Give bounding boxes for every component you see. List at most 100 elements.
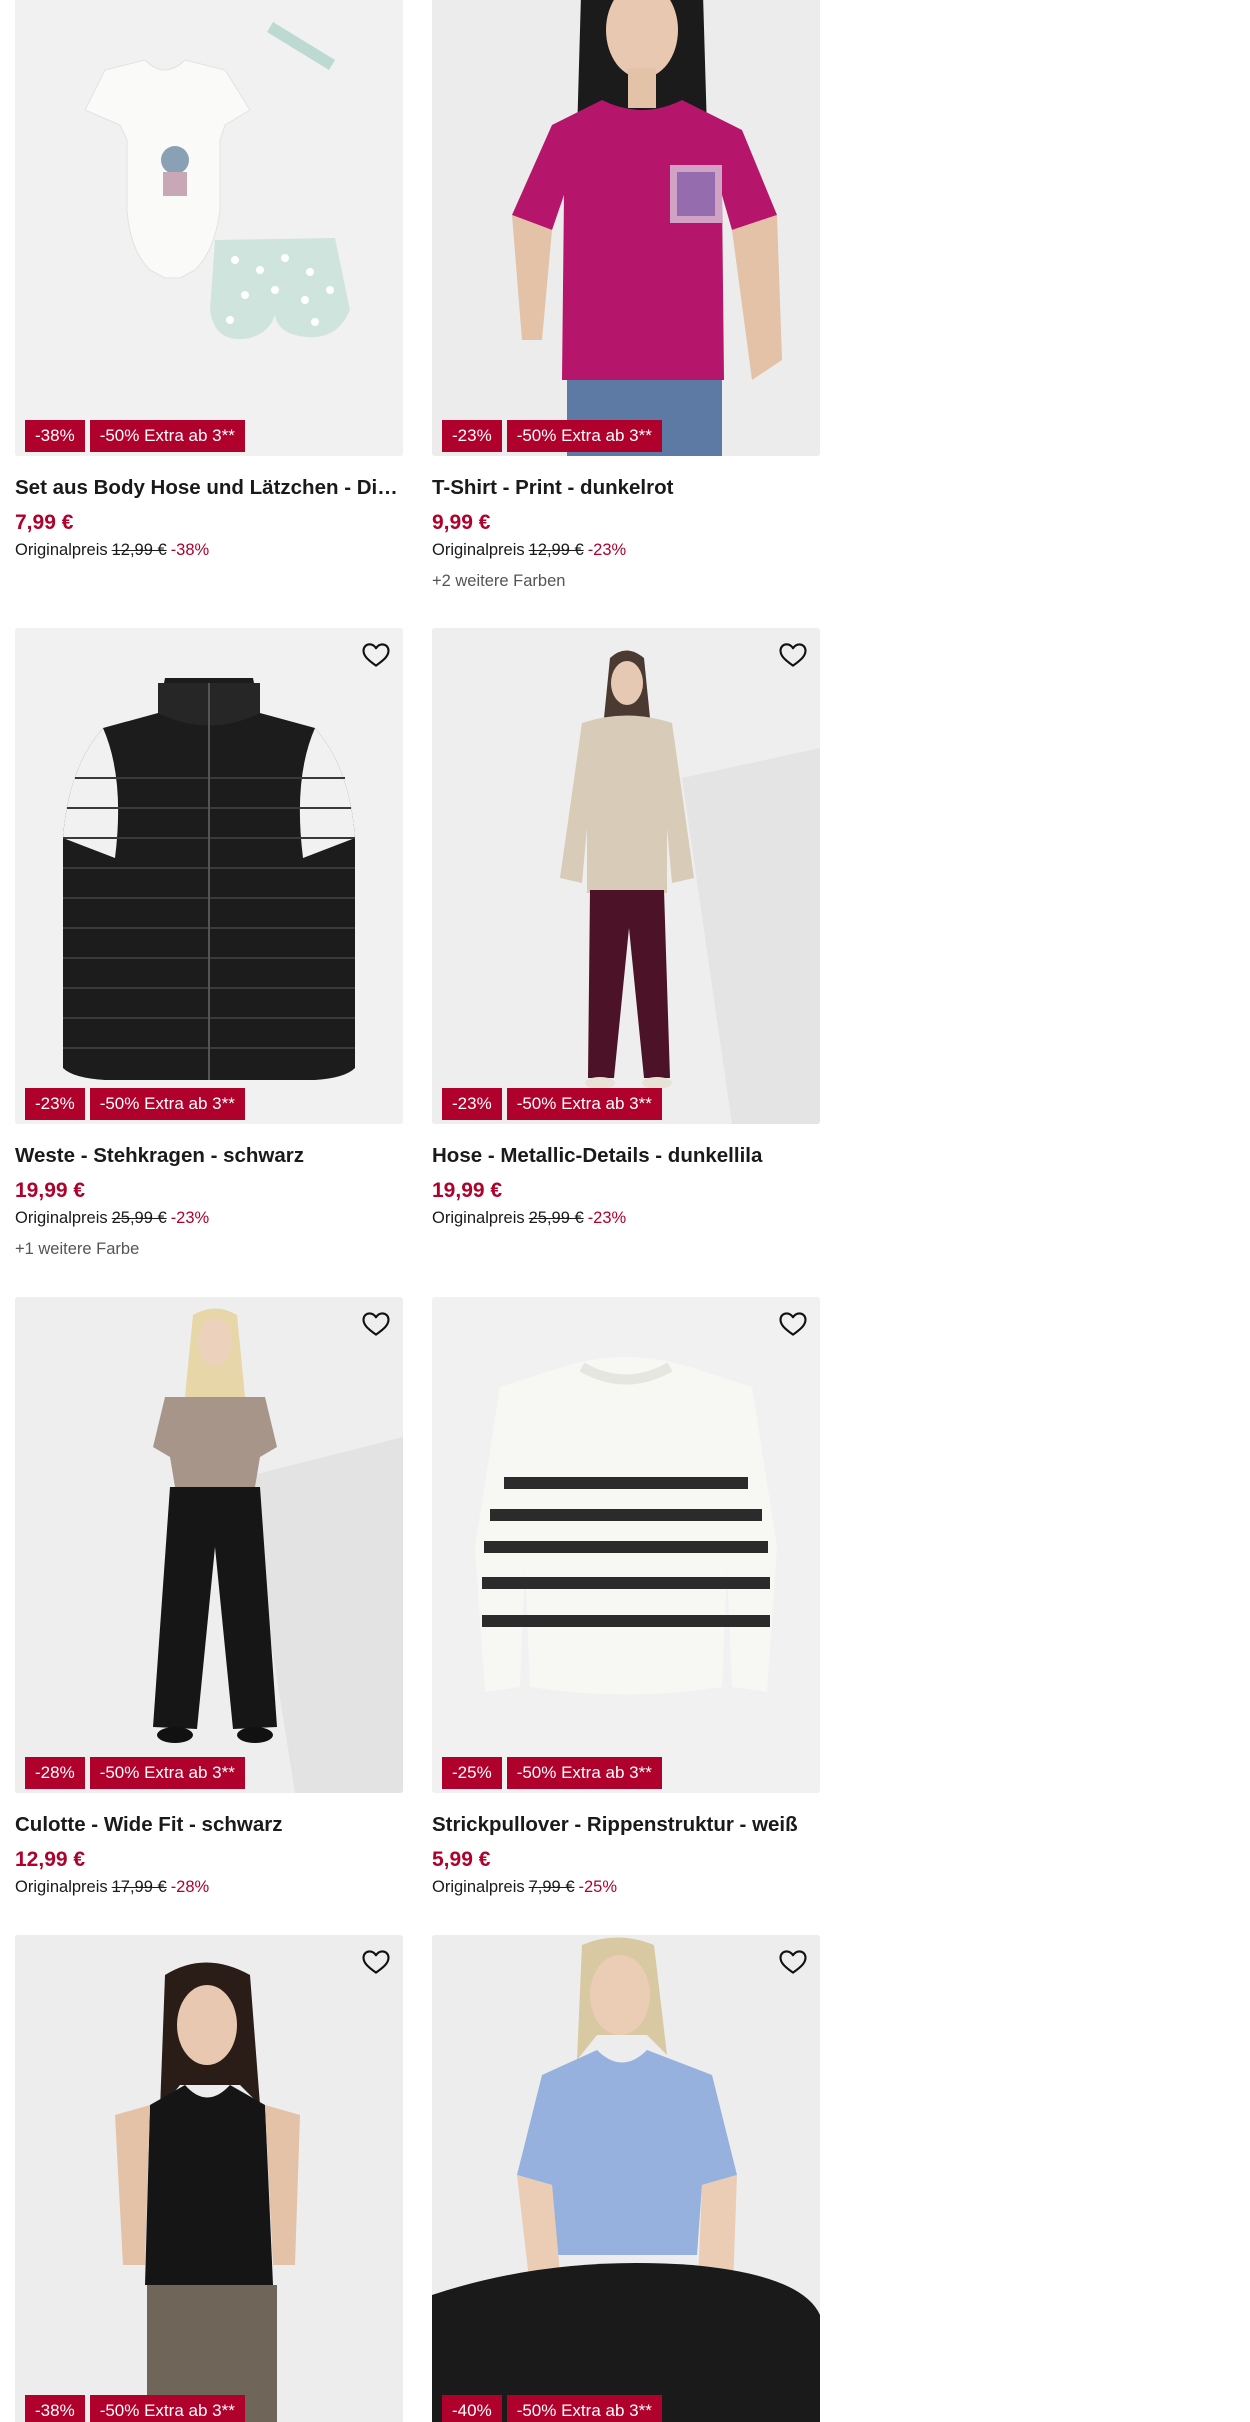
original-price: 7,99 € [528, 1878, 575, 1896]
badge-group: -38% -50% Extra ab 3** [25, 420, 245, 452]
badge-group: -38% -50% Extra ab 3** [25, 2395, 245, 2422]
product-title[interactable]: T-Shirt - Print - dunkelrot [432, 475, 820, 501]
discount-badge: -38% [25, 420, 85, 452]
vest-image [15, 628, 403, 1124]
extra-discount-badge: -50% Extra ab 3** [506, 1757, 662, 1789]
wishlist-button[interactable] [359, 1307, 393, 1341]
extra-discount-badge: -50% Extra ab 3** [506, 1088, 662, 1120]
product-title[interactable]: Culotte - Wide Fit - schwarz [15, 1812, 403, 1838]
badge-group: -25% -50% Extra ab 3** [442, 1757, 662, 1789]
discount-badge: -28% [25, 1757, 85, 1789]
product-card[interactable]: -23% -50% Extra ab 3** T-Shirt - Print -… [432, 0, 820, 592]
original-price-line: Originalpreis 7,99 € -25% [432, 1876, 820, 1898]
discount-badge: -38% [25, 2395, 85, 2422]
wishlist-button[interactable] [776, 638, 810, 672]
original-price-line: Originalpreis 25,99 € -23% [15, 1207, 403, 1229]
discount-badge: -23% [442, 420, 502, 452]
badge-group: -28% -50% Extra ab 3** [25, 1757, 245, 1789]
original-price: 25,99 € [528, 1209, 584, 1227]
product-price: 5,99 € [432, 1848, 491, 1871]
original-price-line: Originalpreis 12,99 € -23% [432, 539, 820, 561]
product-card[interactable]: -38% -50% Extra ab 3** [15, 1935, 403, 2422]
tshirt-model-image [432, 0, 820, 456]
product-card[interactable]: -23% -50% Extra ab 3** Weste - Stehkrage… [15, 628, 403, 1260]
product-image[interactable]: -23% -50% Extra ab 3** [15, 628, 403, 1124]
heart-outline-icon [778, 0, 808, 2]
original-price-line: Originalpreis 17,99 € -28% [15, 1876, 403, 1898]
extra-discount-badge: -50% Extra ab 3** [506, 420, 662, 452]
product-title[interactable]: Weste - Stehkragen - schwarz [15, 1143, 403, 1169]
product-image[interactable]: -23% -50% Extra ab 3** [432, 628, 820, 1124]
original-price-label: Originalpreis [15, 1878, 108, 1896]
badge-group: -40% -50% Extra ab 3** [442, 2395, 662, 2422]
heart-outline-icon [778, 640, 808, 670]
heart-outline-icon [778, 1309, 808, 1339]
discount-badge: -23% [442, 1088, 502, 1120]
wishlist-button[interactable] [776, 1307, 810, 1341]
discount-percent: -23% [170, 1209, 210, 1227]
more-colors-link[interactable]: +2 weitere Farben [432, 570, 820, 592]
wishlist-button[interactable] [359, 0, 393, 4]
product-image[interactable]: -23% -50% Extra ab 3** [432, 0, 820, 456]
product-title[interactable]: Strickpullover - Rippenstruktur - weiß [432, 1812, 820, 1838]
product-image[interactable]: -38% -50% Extra ab 3** [15, 0, 403, 456]
more-colors-link[interactable]: +1 weitere Farbe [15, 1238, 403, 1260]
badge-group: -23% -50% Extra ab 3** [442, 420, 662, 452]
original-price-label: Originalpreis [15, 541, 108, 559]
product-price: 19,99 € [432, 1179, 503, 1202]
original-price-line: Originalpreis 12,99 € -38% [15, 539, 403, 561]
product-image[interactable]: -25% -50% Extra ab 3** [432, 1297, 820, 1793]
heart-outline-icon [361, 0, 391, 2]
badge-group: -23% -50% Extra ab 3** [442, 1088, 662, 1120]
product-card[interactable]: -38% -50% Extra ab 3** Set aus Body Hose… [15, 0, 403, 561]
black-blouse-model-image [15, 1935, 403, 2422]
wishlist-button[interactable] [776, 0, 810, 4]
heart-outline-icon [361, 640, 391, 670]
original-price-line: Originalpreis 25,99 € -23% [432, 1207, 820, 1229]
discount-percent: -28% [170, 1878, 210, 1896]
original-price-label: Originalpreis [15, 1209, 108, 1227]
product-image[interactable]: -38% -50% Extra ab 3** [15, 1935, 403, 2422]
heart-outline-icon [778, 1947, 808, 1977]
discount-percent: -25% [578, 1878, 618, 1896]
wishlist-button[interactable] [359, 1945, 393, 1979]
product-title[interactable]: Hose - Metallic-Details - dunkellila [432, 1143, 820, 1169]
discount-badge: -25% [442, 1757, 502, 1789]
culotte-model-image [15, 1297, 403, 1793]
discount-badge: -40% [442, 2395, 502, 2422]
heart-outline-icon [361, 1947, 391, 1977]
original-price-label: Originalpreis [432, 1209, 525, 1227]
original-price-label: Originalpreis [432, 541, 525, 559]
wishlist-button[interactable] [776, 1945, 810, 1979]
discount-percent: -23% [587, 541, 627, 559]
original-price-label: Originalpreis [432, 1878, 525, 1896]
discount-badge: -23% [25, 1088, 85, 1120]
product-card[interactable]: -25% -50% Extra ab 3** Strickpullover - … [432, 1297, 820, 1898]
baby-set-image [15, 0, 403, 456]
extra-discount-badge: -50% Extra ab 3** [89, 1757, 245, 1789]
badge-group: -23% -50% Extra ab 3** [25, 1088, 245, 1120]
trousers-model-image [432, 628, 820, 1124]
wishlist-button[interactable] [359, 638, 393, 672]
product-title[interactable]: Set aus Body Hose und Lätzchen - Disne..… [15, 475, 403, 501]
product-card[interactable]: -40% -50% Extra ab 3** [432, 1935, 820, 2422]
original-price: 12,99 € [528, 541, 584, 559]
product-image[interactable]: -40% -50% Extra ab 3** [432, 1935, 820, 2422]
discount-percent: -23% [587, 1209, 627, 1227]
product-image[interactable]: -28% -50% Extra ab 3** [15, 1297, 403, 1793]
discount-percent: -38% [170, 541, 210, 559]
original-price: 12,99 € [111, 541, 167, 559]
original-price: 17,99 € [111, 1878, 167, 1896]
product-card[interactable]: -28% -50% Extra ab 3** Culotte - Wide Fi… [15, 1297, 403, 1898]
product-price: 9,99 € [432, 511, 491, 534]
extra-discount-badge: -50% Extra ab 3** [89, 1088, 245, 1120]
original-price: 25,99 € [111, 1209, 167, 1227]
product-price: 19,99 € [15, 1179, 86, 1202]
extra-discount-badge: -50% Extra ab 3** [506, 2395, 662, 2422]
striped-sweater-image [432, 1297, 820, 1793]
blue-polo-model-image [432, 1935, 820, 2422]
product-price: 7,99 € [15, 511, 74, 534]
product-card[interactable]: -23% -50% Extra ab 3** Hose - Metallic-D… [432, 628, 820, 1229]
heart-outline-icon [361, 1309, 391, 1339]
extra-discount-badge: -50% Extra ab 3** [89, 420, 245, 452]
